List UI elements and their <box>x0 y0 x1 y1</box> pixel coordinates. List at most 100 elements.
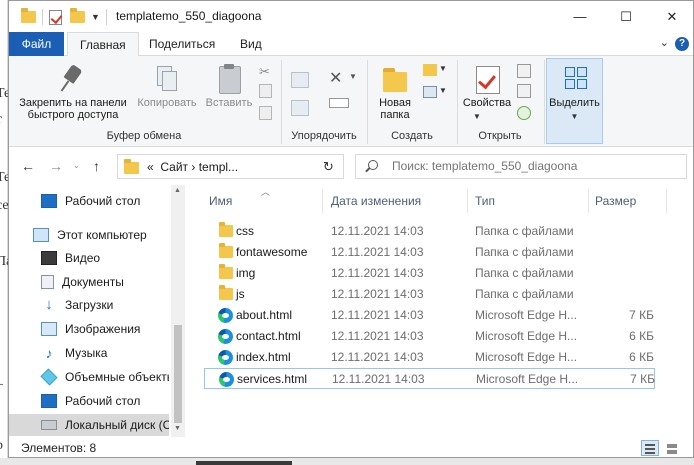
file-name: js <box>236 287 245 301</box>
help-icon[interactable]: ? <box>675 37 689 51</box>
file-row[interactable]: contact.html 12.11.2021 14:03 Microsoft Ed… <box>204 326 655 347</box>
collapse-ribbon-icon[interactable]: ⌄ <box>660 36 669 49</box>
file-name: css <box>236 224 254 238</box>
edit-icon[interactable] <box>517 84 531 98</box>
easy-access-icon[interactable] <box>423 86 437 98</box>
nav-item-video[interactable]: Видео <box>9 247 169 269</box>
properties-icon <box>473 64 501 94</box>
nav-item-this-pc[interactable]: Этот компьютер <box>9 224 169 246</box>
column-header-size[interactable]: Размер <box>595 194 636 208</box>
file-row[interactable]: index.html 12.11.2021 14:03 Microsoft Edge… <box>204 347 655 368</box>
desktop-icon <box>41 194 57 208</box>
nav-item-documents[interactable]: Документы <box>9 271 169 293</box>
folder-icon <box>219 264 233 279</box>
tab-view[interactable]: Вид <box>228 32 274 56</box>
select-button[interactable]: Выделить ▼ <box>546 64 603 123</box>
copy-to-icon[interactable] <box>291 100 309 116</box>
copy-path-icon[interactable] <box>259 84 272 98</box>
large-icons-view-button[interactable] <box>663 440 681 456</box>
file-row[interactable]: fontawesome 12.11.2021 14:03 Папка с файла… <box>204 242 655 263</box>
nav-item-desktop-2[interactable]: Рабочий стол <box>9 390 169 412</box>
column-header-type[interactable]: Тип <box>475 194 495 208</box>
file-type: Microsoft Edge H... <box>475 329 578 343</box>
address-path: « Сайт › templ... <box>147 160 239 174</box>
file-type: Папка с файлами <box>475 224 574 238</box>
close-button[interactable]: ✕ <box>649 1 693 32</box>
nav-pane-scrollbar[interactable]: ▲ ▼ <box>171 185 185 437</box>
edge-html-icon <box>218 308 233 323</box>
address-bar[interactable]: « Сайт › templ... ⌄ <box>117 154 382 179</box>
column-header-name[interactable]: Имя <box>209 194 232 208</box>
navigation-pane: Рабочий стол Этот компьютер Видео Докуме… <box>9 185 185 437</box>
file-date: 12.11.2021 14:03 <box>331 245 424 259</box>
status-bar: Элементов: 8 <box>9 437 693 457</box>
cut-icon[interactable]: ✂ <box>259 64 275 79</box>
nav-item-music[interactable]: ♪ Музыка <box>9 342 169 364</box>
quick-access-toolbar: ▼ <box>21 8 113 26</box>
file-row[interactable]: css 12.11.2021 14:03 Папка с файлами <box>204 221 655 242</box>
nav-item-local-disk[interactable]: Локальный диск (C: <box>9 414 169 436</box>
sort-ascending-icon: ︿ <box>261 187 271 197</box>
copy-button[interactable]: Копировать <box>133 64 201 109</box>
file-row[interactable]: about.html 12.11.2021 14:03 Microsoft Edge… <box>204 305 655 326</box>
item-count: Элементов: 8 <box>21 441 97 455</box>
nav-item-desktop[interactable]: Рабочий стол <box>9 190 169 212</box>
file-name: services.html <box>237 372 308 386</box>
file-row[interactable]: services.html 12.11.2021 14:03 Microsoft E… <box>204 368 655 389</box>
properties-quick-icon[interactable] <box>49 9 62 25</box>
ribbon-home: Закрепить на панели быстрого доступа Коп… <box>9 56 693 147</box>
tab-share[interactable]: Поделиться <box>137 32 227 56</box>
recent-dropdown-icon[interactable]: ⌄ <box>73 161 80 170</box>
minimize-button[interactable]: — <box>557 1 603 32</box>
easy-access-dropdown-icon[interactable]: ▼ <box>439 86 455 100</box>
refresh-icon[interactable]: ↻ <box>323 159 334 175</box>
file-row[interactable]: js 12.11.2021 14:03 Папка с файлами <box>204 284 655 305</box>
forward-icon[interactable]: → <box>49 158 63 174</box>
scroll-down-icon[interactable]: ▼ <box>174 425 181 432</box>
file-type: Microsoft Edge H... <box>475 350 578 364</box>
quick-access-dropdown-icon[interactable]: ▼ <box>91 12 100 22</box>
maximize-button[interactable]: ☐ <box>603 1 649 32</box>
nav-pane-scrollbar-thumb[interactable] <box>174 325 182 423</box>
new-folder-button[interactable]: Новая папка <box>369 64 421 121</box>
properties-dropdown-icon[interactable]: ▼ <box>473 112 489 126</box>
pin-quick-access-button[interactable]: Закрепить на панели быстрого доступа <box>13 64 133 121</box>
new-folder-quick-icon[interactable] <box>70 8 85 23</box>
delete-icon[interactable]: ✕ <box>329 68 345 87</box>
new-item-icon[interactable] <box>423 64 437 76</box>
delete-dropdown-icon[interactable]: ▼ <box>349 72 365 86</box>
file-date: 12.11.2021 14:03 <box>331 329 424 343</box>
details-view-button[interactable] <box>641 440 659 456</box>
nav-item-pictures[interactable]: Изображения <box>9 318 169 340</box>
ribbon-tabs: Файл Главная Поделиться Вид ⌄ ? <box>9 32 693 57</box>
file-name: contact.html <box>236 329 301 343</box>
new-item-dropdown-icon[interactable]: ▼ <box>439 64 455 78</box>
select-icon <box>562 64 588 92</box>
tab-home[interactable]: Главная <box>67 32 139 57</box>
paste-shortcut-icon[interactable] <box>259 106 272 120</box>
search-box[interactable] <box>355 154 687 179</box>
paste-icon <box>216 64 242 94</box>
scroll-up-icon[interactable]: ▲ <box>174 187 181 194</box>
column-header-date[interactable]: Дата изменения <box>331 194 421 208</box>
documents-icon <box>41 275 54 289</box>
up-icon[interactable]: ↑ <box>93 158 100 174</box>
back-icon[interactable]: ← <box>21 158 35 174</box>
search-input[interactable] <box>392 159 672 173</box>
rename-icon[interactable] <box>329 98 349 108</box>
properties-button[interactable]: Свойства <box>459 64 515 109</box>
move-to-icon[interactable] <box>291 72 309 88</box>
group-label-open: Открыть <box>478 130 522 142</box>
nav-item-downloads[interactable]: ↓ Загрузки <box>9 294 169 316</box>
history-icon[interactable] <box>517 106 531 120</box>
drive-icon <box>41 420 57 430</box>
tab-file[interactable]: Файл <box>9 32 64 56</box>
nav-item-3d-objects[interactable]: Объемные объекты <box>9 366 169 388</box>
file-size: 7 КБ <box>629 308 654 322</box>
file-type: Microsoft Edge H... <box>475 308 578 322</box>
open-icon[interactable] <box>517 64 531 78</box>
desktop-icon <box>41 394 57 408</box>
file-date: 12.11.2021 14:03 <box>331 287 424 301</box>
paste-button[interactable]: Вставить <box>201 64 257 109</box>
file-row[interactable]: img 12.11.2021 14:03 Папка с файлами <box>204 263 655 284</box>
